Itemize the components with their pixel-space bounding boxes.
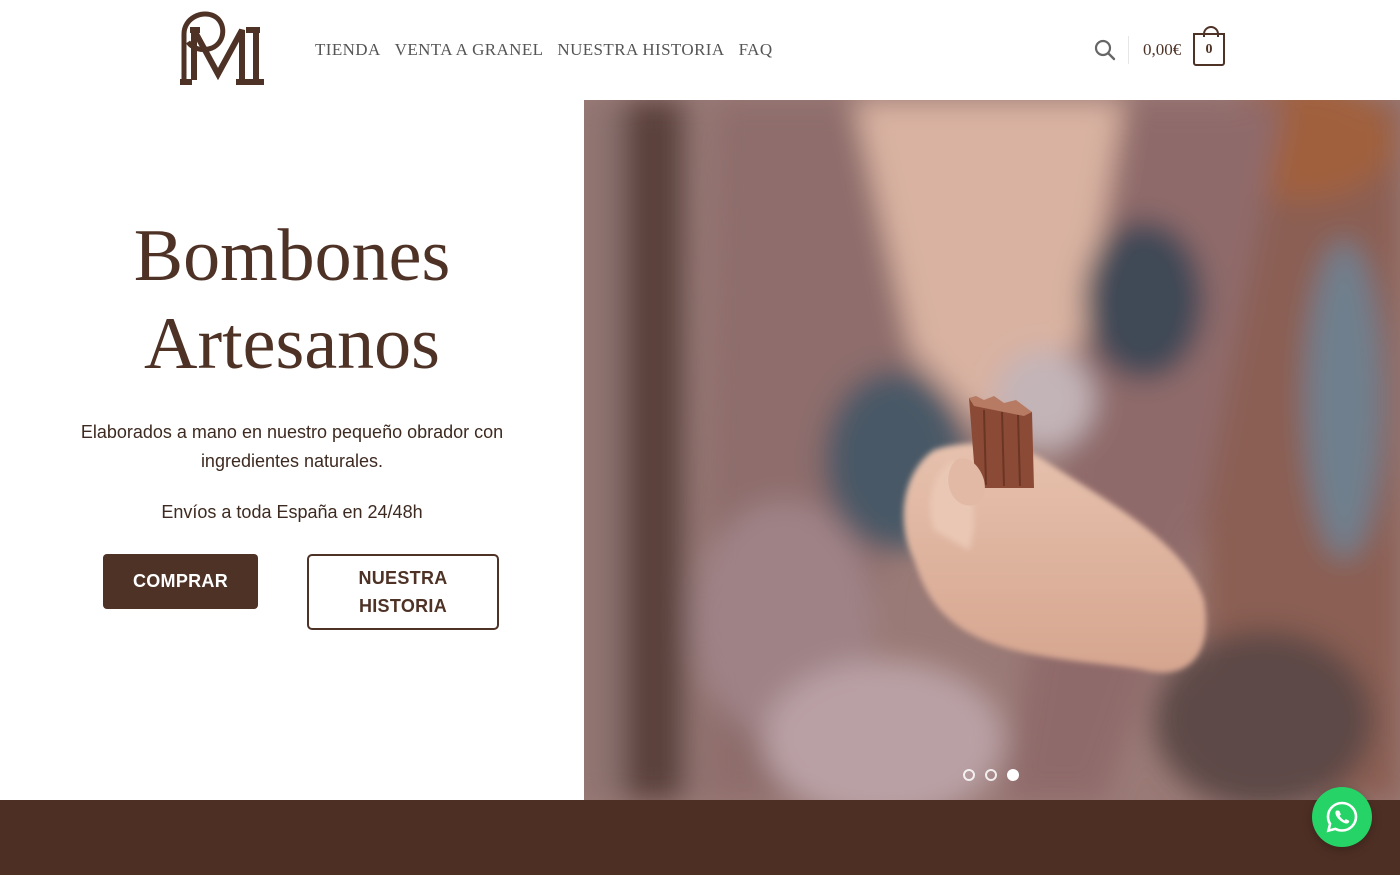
- header-divider: [1128, 36, 1129, 64]
- cart-button[interactable]: 0: [1193, 26, 1225, 66]
- nav-venta-granel[interactable]: VENTA A GRANEL: [395, 40, 544, 60]
- hero-photo: [584, 100, 1400, 800]
- nav-tienda[interactable]: TIENDA: [315, 40, 381, 60]
- footer-band: [0, 800, 1400, 875]
- cart-total[interactable]: 0,00€: [1143, 40, 1181, 60]
- hero-title-line2: Artesanos: [144, 303, 440, 385]
- hero-photo-illustration: [584, 100, 1400, 800]
- slider-dot-1[interactable]: [963, 769, 975, 781]
- nav-faq[interactable]: FAQ: [739, 40, 773, 60]
- hero-text-panel: Bombones Artesanos Elaborados a mano en …: [0, 100, 584, 800]
- hero-shipping-note: Envíos a toda España en 24/48h: [161, 502, 423, 522]
- hero-title-line1: Bombones: [133, 215, 451, 297]
- hero-description: Elaborados a mano en nuestro pequeño obr…: [80, 422, 504, 471]
- slider-dot-3[interactable]: [1007, 769, 1019, 781]
- search-icon: [1094, 39, 1116, 61]
- whatsapp-button[interactable]: [1312, 787, 1372, 847]
- hero-title: Bombones Artesanos: [0, 212, 584, 388]
- main-nav: TIENDA VENTA A GRANEL NUESTRA HISTORIA F…: [315, 40, 773, 60]
- logo[interactable]: [172, 8, 268, 88]
- logo-icon: [180, 11, 264, 85]
- nav-nuestra-historia[interactable]: NUESTRA HISTORIA: [557, 40, 724, 60]
- search-button[interactable]: [1093, 38, 1117, 62]
- buy-button[interactable]: COMPRAR: [103, 554, 258, 609]
- site-header: TIENDA VENTA A GRANEL NUESTRA HISTORIA F…: [0, 0, 1400, 100]
- slider-dot-2[interactable]: [985, 769, 997, 781]
- slider-dots: [963, 769, 1019, 781]
- cart-count: 0: [1205, 41, 1213, 57]
- our-story-button[interactable]: NUESTRA HISTORIA: [307, 554, 499, 630]
- whatsapp-icon: [1326, 801, 1358, 833]
